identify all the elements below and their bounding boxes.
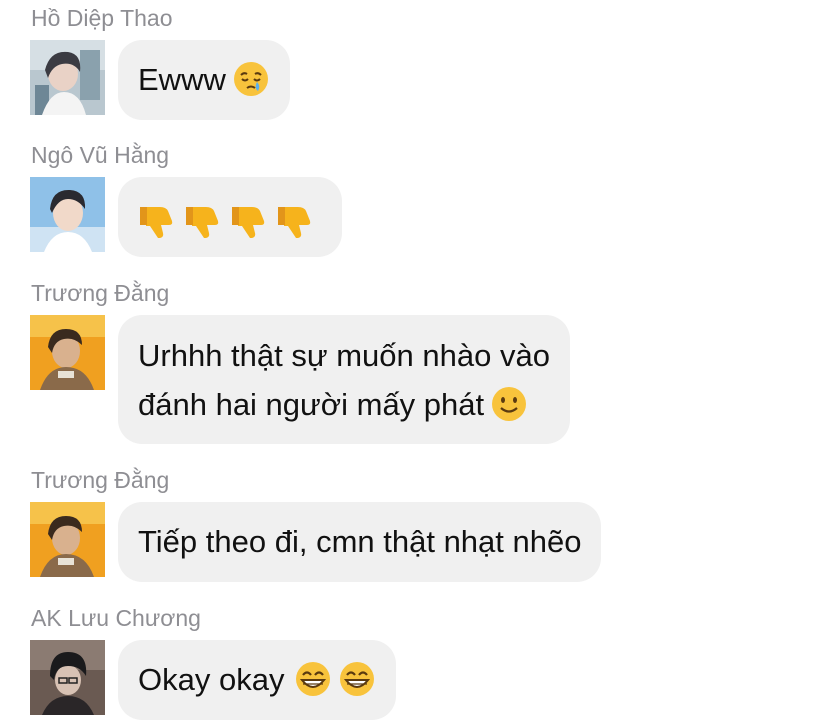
avatar[interactable]	[30, 40, 105, 115]
message-bubble[interactable]: Okay okay	[118, 640, 397, 720]
sleepy-face-icon	[232, 60, 270, 98]
message-text: đánh hai người mấy phát	[138, 380, 550, 429]
message-text: Ewww	[138, 62, 226, 97]
message-text: Okay okay	[138, 662, 285, 697]
sender-name: Trương Đằng	[31, 467, 170, 493]
grinning-face-icon	[338, 660, 376, 698]
slightly-smiling-face-icon	[490, 385, 528, 423]
avatar[interactable]	[30, 177, 105, 252]
thumbs-down-icon	[138, 199, 182, 243]
avatar[interactable]	[30, 502, 105, 577]
thumbs-down-icon	[184, 199, 228, 243]
grinning-face-icon	[294, 660, 332, 698]
message-bubble[interactable]: Urhhh thật sự muốn nhào vào đánh hai ngư…	[118, 315, 570, 444]
message-bubble[interactable]: Tiếp theo đi, cmn thật nhạt nhẽo	[118, 502, 602, 582]
avatar[interactable]	[30, 315, 105, 390]
sender-name: Trương Đằng	[31, 280, 170, 306]
thumbs-down-icon	[276, 199, 320, 243]
sender-name: Ngô Vũ Hằng	[31, 142, 170, 168]
message-text: Urhhh thật sự muốn nhào vào	[138, 338, 550, 373]
message-bubble[interactable]	[118, 177, 342, 257]
thumbs-down-icon	[230, 199, 274, 243]
avatar[interactable]	[30, 640, 105, 715]
sender-name: Hồ Diệp Thao	[31, 5, 173, 31]
message-text: Tiếp theo đi, cmn thật nhạt nhẽo	[138, 524, 582, 559]
sender-name: AK Lưu Chương	[31, 605, 201, 631]
chat-thread: Hồ Diệp Thao Ewww Ngô Vũ Hằng Trương Đằn…	[0, 0, 828, 724]
message-bubble[interactable]: Ewww	[118, 40, 290, 120]
